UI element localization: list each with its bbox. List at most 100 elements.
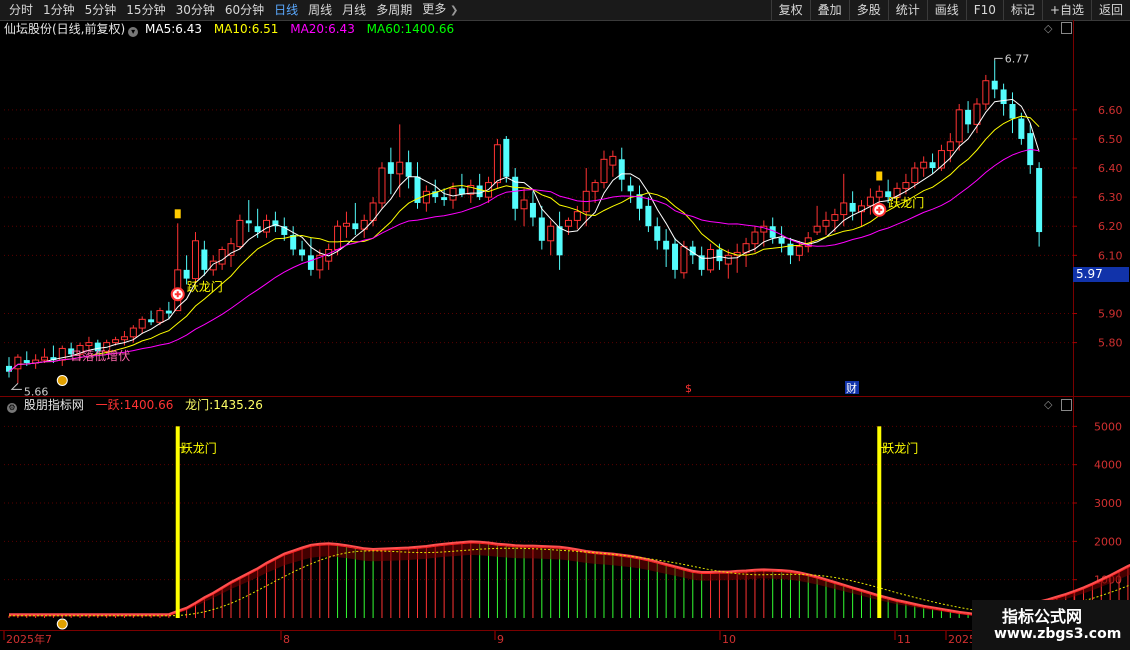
date-label: 2025年7 (6, 632, 52, 646)
candle (547, 220, 555, 256)
candle-body (600, 158, 608, 184)
candle (307, 237, 314, 276)
candle-body (352, 223, 359, 230)
candle-body (129, 327, 137, 338)
candle-body (218, 249, 226, 265)
ma60-value: 1400.66 (404, 22, 455, 36)
indicator-tick-label: 4000 (1094, 459, 1122, 472)
candle (352, 202, 359, 235)
candle (325, 243, 333, 270)
candle (467, 179, 475, 203)
money-bag-icon (56, 374, 68, 386)
candle-body (911, 167, 919, 184)
price-tick-label: 6.10 (1098, 249, 1123, 262)
candle (441, 188, 448, 206)
indicator-name[interactable]: 股朋指标网 (24, 398, 84, 412)
high-price-label: 6.77 (1005, 52, 1030, 65)
candle-body (138, 318, 146, 329)
candle-body (299, 249, 306, 256)
candle-body (663, 240, 670, 250)
candle-body (875, 190, 883, 198)
candle (672, 237, 679, 279)
s1-value: 1400.66 (123, 398, 174, 412)
signal-label: 跃龙门 (187, 279, 223, 294)
candle-body (724, 254, 732, 265)
candle-body (680, 246, 688, 274)
diamond-icon[interactable]: ◇ (1044, 23, 1052, 35)
candle (663, 229, 670, 267)
candle-body (263, 219, 271, 233)
candle-body (707, 249, 715, 271)
candle-body (778, 237, 785, 244)
candle-body (493, 144, 501, 184)
settings-icon[interactable]: ⚙ (7, 403, 17, 413)
candle (58, 345, 66, 366)
finance-marker: 财 (846, 381, 857, 395)
s2-label: 龙门: (185, 398, 214, 412)
dropdown-icon[interactable]: ▾ (128, 27, 139, 37)
candle (556, 211, 563, 270)
candle (654, 217, 661, 250)
candle (1000, 83, 1007, 116)
candle-body (982, 80, 990, 105)
candle-body (991, 80, 998, 90)
candle (1009, 92, 1016, 134)
candle-body (618, 159, 625, 180)
date-label: 11 (897, 633, 911, 646)
candle (299, 240, 306, 262)
candle-body (902, 182, 910, 189)
candle (476, 173, 483, 201)
candle (342, 211, 350, 238)
candle-body (547, 225, 555, 242)
indicator-header: ⚙ 股朋指标网 一跃:1400.66 龙门:1435.26 (4, 397, 263, 413)
window-toggle-icon[interactable] (1061, 399, 1072, 411)
candle-body (183, 269, 190, 279)
date-label: 9 (497, 633, 504, 646)
signal-bar-label: 跃龙门 (181, 440, 217, 455)
candle-body (441, 197, 448, 201)
candle-body (148, 319, 155, 323)
candle (965, 101, 972, 134)
signal-flag (876, 171, 883, 181)
candle-body (965, 109, 972, 125)
candle-body (645, 205, 652, 227)
candle (503, 136, 510, 183)
watermark-url: www.zbgs3.com (994, 626, 1122, 642)
candle (840, 173, 848, 227)
candle (236, 214, 244, 250)
candle-body (378, 167, 386, 204)
date-axis-border (0, 630, 1130, 631)
candle (778, 226, 785, 253)
low-marker-line (10, 383, 22, 390)
price-tick-label: 6.50 (1098, 133, 1123, 146)
s1-label: 一跃: (95, 398, 124, 412)
candle (645, 197, 652, 233)
candle (512, 168, 519, 221)
kline-chart[interactable]: 6.60 6.50 6.40 6.30 6.20 6.10 5.90 5.80 5000 4000… (0, 0, 1130, 650)
candle-body (573, 211, 581, 221)
window-toggle-icon[interactable] (1061, 22, 1072, 34)
candle (14, 354, 22, 384)
candle (813, 205, 821, 235)
candle-body (201, 249, 208, 270)
stock-title[interactable]: 仙坛股份(日线,前复权) (4, 22, 125, 36)
candle-body (254, 226, 261, 233)
diamond-icon[interactable]: ◇ (1044, 399, 1052, 411)
candle-body (698, 255, 705, 270)
candle (405, 150, 412, 189)
candle-body (449, 187, 457, 201)
candle-body (165, 310, 172, 314)
candle-body (476, 185, 483, 198)
signal-bar (175, 426, 180, 618)
candle (138, 316, 146, 334)
candle (290, 226, 297, 256)
bottom-hint-label: 日落低增伏 (70, 349, 130, 363)
price-tick-label: 6.20 (1098, 220, 1123, 233)
candle-body (1036, 168, 1043, 233)
candle-body (920, 161, 928, 169)
candle-body (307, 255, 314, 270)
candle (591, 179, 599, 203)
candle-body (334, 225, 342, 251)
candle (6, 357, 12, 378)
candle-body (23, 360, 30, 363)
